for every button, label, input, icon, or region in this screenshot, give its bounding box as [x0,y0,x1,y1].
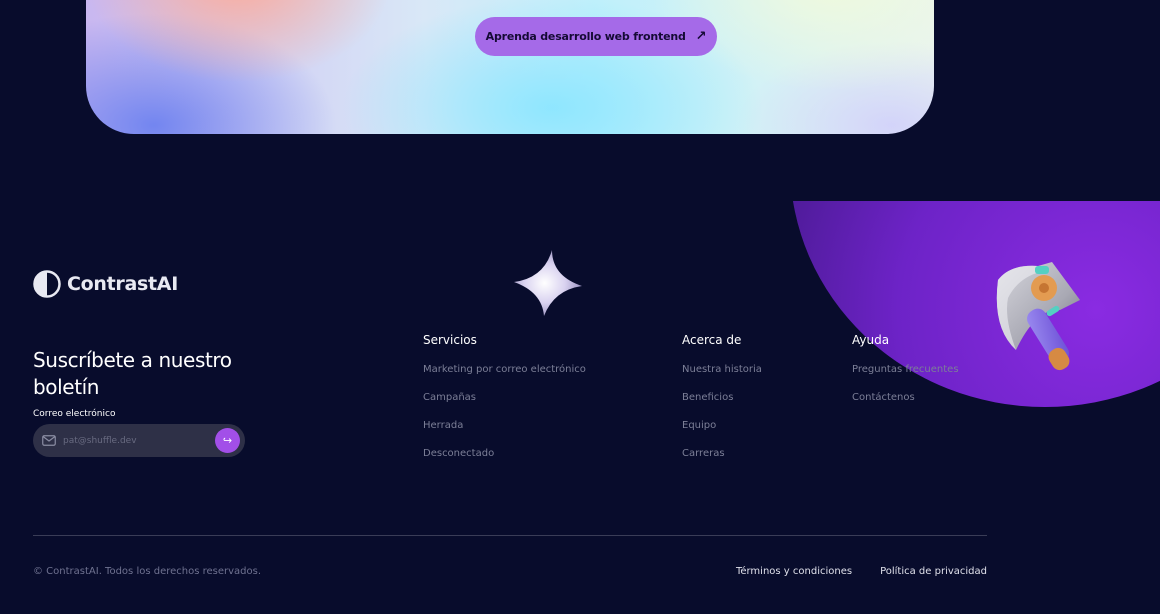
sparkle-star-icon [514,250,582,316]
axe-3d-icon [996,262,1080,371]
footer-divider [33,535,987,536]
footer-link-faq[interactable]: Preguntas frecuentes [852,364,959,375]
hero-gradient-card: Aprenda desarrollo web frontend ↗ [86,0,934,134]
footer-link-careers[interactable]: Carreras [682,448,725,459]
frontend-course-button[interactable]: Aprenda desarrollo web frontend ↗ [475,17,717,56]
arrow-up-right-icon: ↗ [695,29,707,44]
footer-link-benefits[interactable]: Beneficios [682,392,733,403]
half-circle-contrast-icon [33,270,61,298]
footer-link-our-story[interactable]: Nuestra historia [682,364,762,375]
arrow-return-icon: ↪ [222,435,233,447]
footer-column-acerca: Acerca de Nuestra historia Beneficios Eq… [682,333,762,475]
column-title: Acerca de [682,333,742,347]
mail-icon [42,435,56,446]
footer-link-herrada[interactable]: Herrada [423,420,463,431]
footer-link-offline[interactable]: Desconectado [423,448,494,459]
brand-name: ContrastAI [67,273,178,295]
cta-label: Aprenda desarrollo web frontend [485,30,686,43]
footer-link-email-marketing[interactable]: Marketing por correo electrónico [423,364,586,375]
newsletter-title: Suscríbete a nuestro boletín [33,348,232,399]
footer-page: Aprenda desarrollo web frontend ↗ Contra… [0,0,1160,614]
copyright-text: © ContrastAI. Todos los derechos reserva… [33,566,262,577]
terms-link[interactable]: Términos y condiciones [736,566,852,577]
footer-link-team[interactable]: Equipo [682,420,716,431]
email-label: Correo electrónico [33,409,116,419]
footer-column-ayuda: Ayuda Preguntas frecuentes Contáctenos [852,333,959,419]
legal-links: Términos y condiciones Política de priva… [736,566,987,577]
column-title: Servicios [423,333,477,347]
footer-link-campaigns[interactable]: Campañas [423,392,476,403]
email-field-wrapper: ↪ [33,424,245,457]
brand-logo[interactable]: ContrastAI [33,270,178,298]
email-field[interactable] [63,435,203,446]
column-title: Ayuda [852,333,890,347]
purple-circle [790,201,1160,407]
privacy-link[interactable]: Política de privacidad [880,566,987,577]
footer-column-servicios: Servicios Marketing por correo electróni… [423,333,586,475]
footer-link-contact[interactable]: Contáctenos [852,392,915,403]
subscribe-submit-button[interactable]: ↪ [215,428,240,453]
